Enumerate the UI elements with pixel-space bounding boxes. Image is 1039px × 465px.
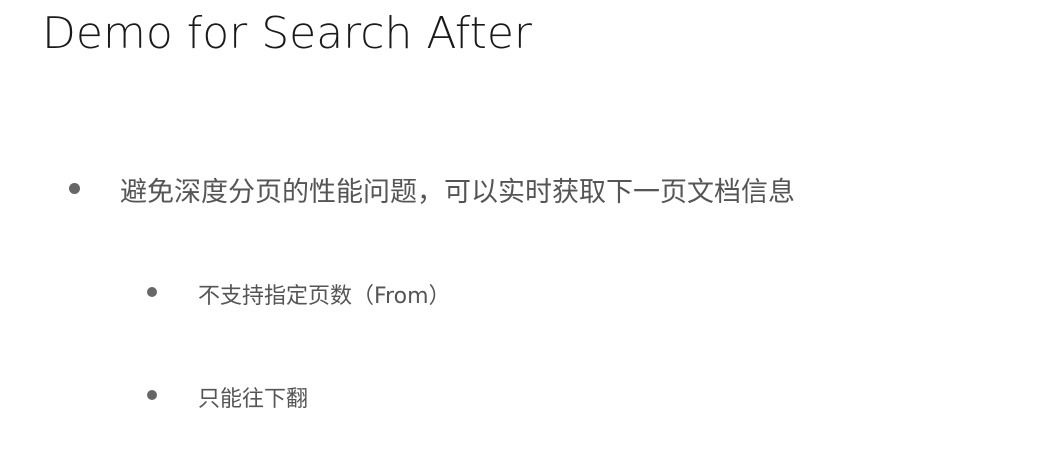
bullet-icon	[147, 287, 157, 297]
bullet-icon	[147, 390, 157, 400]
bullet-item: 避免深度分页的性能问题，可以实时获取下一页文档信息	[120, 177, 795, 208]
bullet-icon	[69, 183, 80, 194]
slide-title: Demo for Search After	[42, 8, 533, 59]
bullet-item: 不支持指定页数（From）	[198, 284, 451, 309]
bullet-item: 只能往下翻	[198, 387, 309, 412]
